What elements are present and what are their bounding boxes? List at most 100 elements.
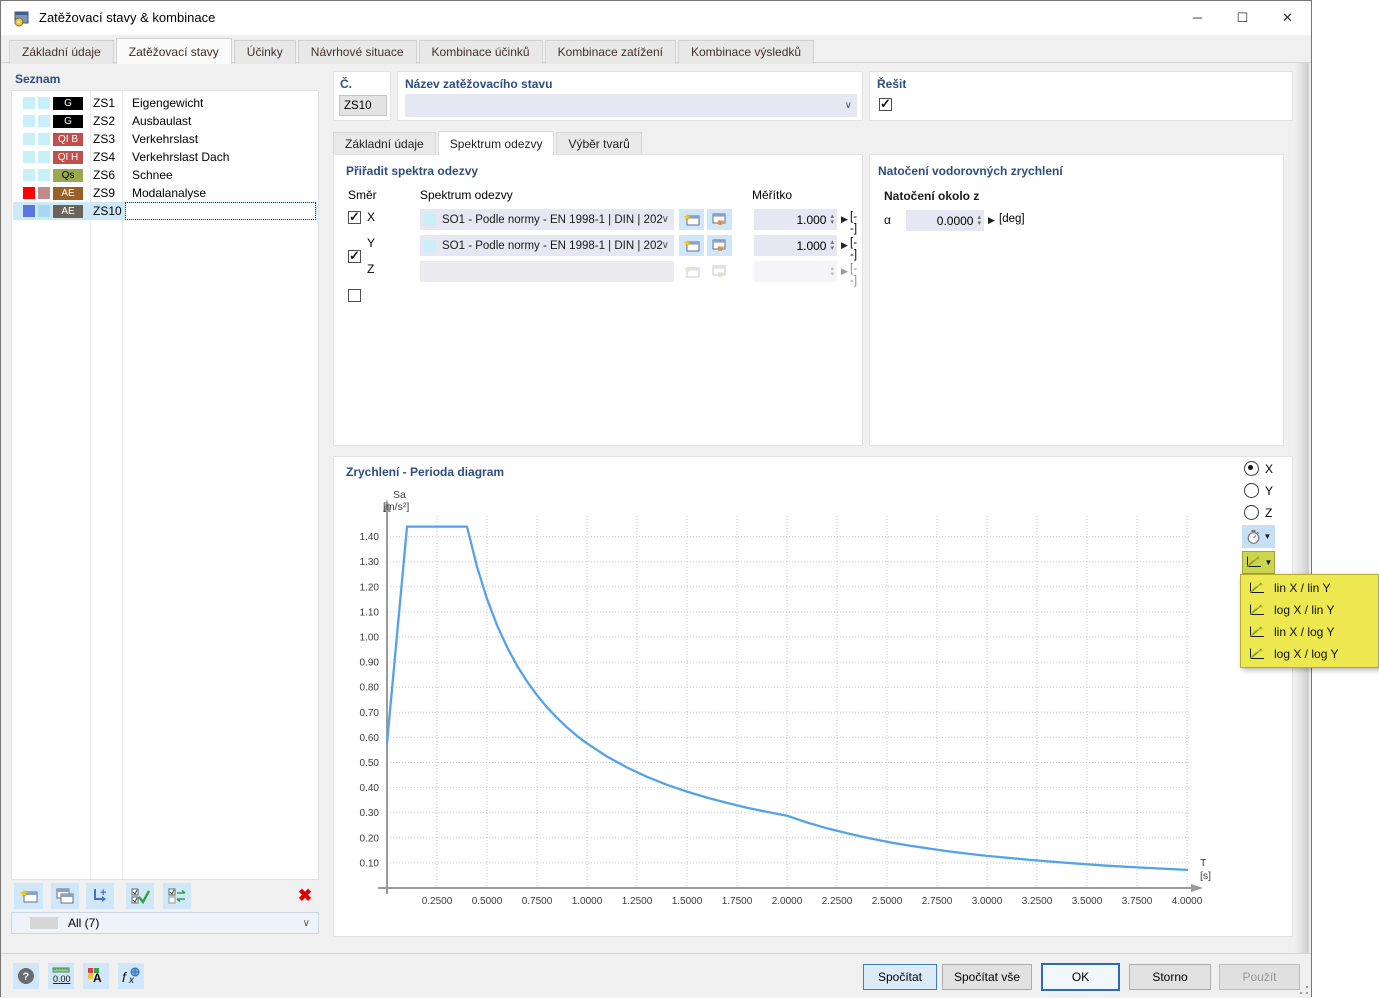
direction-x-checkbox[interactable] (348, 209, 361, 225)
list-item-zs3[interactable]: QI B ZS3 Verkehrslast (13, 130, 317, 148)
check-all-button[interactable] (126, 883, 154, 909)
detail-arrow-icon[interactable]: ▶ (988, 215, 995, 226)
tab-ucinky[interactable]: Účinky (233, 40, 296, 64)
chart-axis-x-radio[interactable]: X (1244, 461, 1273, 476)
menu-item-log-log[interactable]: log X / log Y (1241, 643, 1378, 665)
calculate-button[interactable]: Spočítat (863, 964, 937, 990)
direction-z-checkbox[interactable] (348, 289, 361, 302)
copy-load-case-button[interactable] (51, 883, 79, 909)
menu-item-lin-lin[interactable]: lin X / lin Y (1241, 577, 1378, 599)
svg-text:☛: ☛ (717, 244, 726, 253)
spinner-arrows-icon[interactable]: ▴ ▾ (977, 214, 984, 227)
units-settings-button[interactable]: 0.00 (48, 963, 74, 989)
help-button[interactable]: ? (13, 963, 39, 989)
new-window-star-icon: ★ (683, 212, 699, 226)
edit-spectrum-x-button[interactable]: ☛ (707, 209, 732, 230)
svg-text:0.40: 0.40 (360, 783, 380, 794)
color-swatch (23, 151, 35, 163)
svg-text:3.0000: 3.0000 (972, 896, 1003, 907)
direction-z-label: Z (367, 262, 375, 276)
subtab-spektrum-odezvy[interactable]: Spektrum odezvy (437, 131, 555, 155)
invert-selection-button[interactable] (163, 883, 191, 909)
list-filter-dropdown[interactable]: All (7) ∨ (11, 912, 319, 934)
alpha-field[interactable]: 0.0000 ▴ ▾ (906, 210, 984, 231)
list-item-zs1[interactable]: G ZS1 Eigengewicht (13, 94, 317, 112)
formula-button[interactable]: f x (118, 963, 144, 989)
spectrum-z-combo (420, 261, 674, 282)
chart-axis-y-radio[interactable]: Y (1244, 483, 1273, 498)
list-item-zs2[interactable]: G ZS2 Ausbaulast (13, 112, 317, 130)
scale-x-field[interactable]: 1.000 ▴ ▾ (754, 209, 837, 230)
color-swatch (23, 169, 35, 181)
new-spectrum-x-button[interactable]: ★ (679, 209, 704, 230)
radio-x-icon[interactable] (1244, 461, 1259, 476)
direction-y-checkbox[interactable] (348, 248, 361, 264)
list-item-zs9[interactable]: AE ZS9 Modalanalyse (13, 184, 317, 202)
spectrum-y-combo[interactable]: SO1 - Podle normy - EN 1998-1 | DIN | 20… (420, 235, 674, 256)
list-item-zs10-selected[interactable]: AE ZS10 (13, 202, 317, 220)
scale-header: Měřítko (752, 188, 793, 202)
time-history-button[interactable]: ▼ (1242, 525, 1275, 548)
rotation-heading: Natočení vodorovných zrychlení (878, 164, 1063, 178)
spinner-arrows-icon[interactable]: ▴ ▾ (830, 239, 837, 252)
scale-y-unit: [--] (850, 237, 858, 261)
subtab-zakladni-udaje[interactable]: Základní údaje (333, 132, 436, 155)
color-swatch (23, 205, 35, 217)
load-case-name-combo[interactable]: ∨ (405, 94, 857, 117)
load-case-list[interactable]: G ZS1 Eigengewicht G ZS2 Ausbaulast QI B… (11, 90, 319, 880)
tab-zakladni-udaje[interactable]: Základní údaje (9, 40, 114, 64)
tab-kombinace-ucinku[interactable]: Kombinace účinků (418, 40, 543, 64)
spectrum-color-swatch (424, 213, 436, 226)
color-swatch (38, 115, 50, 127)
new-load-case-button[interactable]: ★ (14, 883, 43, 909)
maximize-button[interactable]: ☐ (1220, 1, 1265, 34)
spectrum-color-swatch (424, 239, 436, 252)
tab-navrhove-situace[interactable]: Návrhové situace (297, 40, 417, 64)
close-button[interactable]: ✕ (1265, 1, 1310, 34)
delete-load-case-button[interactable]: ✖ (292, 883, 318, 909)
ok-button[interactable]: OK (1041, 963, 1120, 991)
scale-y-field[interactable]: 1.000 ▴ ▾ (754, 235, 837, 256)
spinner-arrows-icon[interactable]: ▴ ▾ (830, 213, 837, 226)
apply-button[interactable]: Použít (1219, 964, 1300, 990)
menu-item-log-lin[interactable]: log X / lin Y (1241, 599, 1378, 621)
menu-item-lin-log[interactable]: lin X / log Y (1241, 621, 1378, 643)
new-spectrum-y-button[interactable]: ★ (679, 235, 704, 256)
tab-kombinace-vysledku[interactable]: Kombinace výsledků (677, 40, 815, 64)
list-item-zs4[interactable]: QI H ZS4 Verkehrslast Dach (13, 148, 317, 166)
resize-grip[interactable] (1299, 985, 1309, 995)
cancel-button[interactable]: Storno (1129, 964, 1211, 990)
radio-y-icon[interactable] (1244, 483, 1259, 498)
solve-checkbox[interactable] (879, 96, 892, 112)
list-item-zs6[interactable]: Qs ZS6 Schnee (13, 166, 317, 184)
tab-zatezovaci-stavy[interactable]: Zatěžovací stavy (115, 38, 232, 64)
spectra-heading: Přiřadit spektra odezvy (346, 164, 479, 178)
axis-scale-button[interactable]: ▼ (1242, 551, 1275, 574)
main-tabstrip: Základní údaje Zatěžovací stavy Účinky N… (1, 35, 1311, 64)
category-badge: G (53, 114, 83, 128)
dropdown-arrow-icon: ▼ (1263, 532, 1272, 541)
svg-text:1.20: 1.20 (360, 582, 380, 593)
svg-text:1.7500: 1.7500 (722, 896, 753, 907)
help-icon: ? (18, 968, 34, 984)
display-settings-button[interactable]: A (83, 963, 109, 989)
calculate-all-button[interactable]: Spočítat vše (942, 964, 1032, 990)
load-case-name-edit[interactable] (125, 202, 316, 220)
chart-axis-z-radio[interactable]: Z (1244, 505, 1272, 520)
detail-arrow-icon[interactable]: ▶ (841, 240, 848, 251)
radio-z-icon[interactable] (1244, 505, 1259, 520)
name-box: Název zatěžovacího stavu ∨ (397, 71, 863, 121)
sub-tabstrip: Základní údaje Spektrum odezvy Výběr tva… (333, 131, 644, 155)
window-title: Zatěžovací stavy & kombinace (39, 10, 216, 25)
add-insert-button[interactable]: + (86, 883, 114, 909)
minimize-button[interactable]: ─ (1175, 1, 1220, 34)
spectrum-x-combo[interactable]: SO1 - Podle normy - EN 1998-1 | DIN | 20… (420, 209, 674, 230)
detail-arrow-icon[interactable]: ▶ (841, 214, 848, 225)
subtab-vyber-tvaru[interactable]: Výběr tvarů (556, 132, 642, 155)
chart-panel: Zrychlení - Perioda diagram 0.2500 0.5000… (333, 456, 1293, 937)
color-swatch (23, 115, 35, 127)
category-badge: G (53, 96, 83, 110)
edit-spectrum-y-button[interactable]: ☛ (707, 235, 732, 256)
tab-kombinace-zatizeni[interactable]: Kombinace zatížení (544, 40, 676, 64)
spectrum-x-value: SO1 - Podle normy - EN 1998-1 | DIN | 20… (442, 213, 662, 226)
